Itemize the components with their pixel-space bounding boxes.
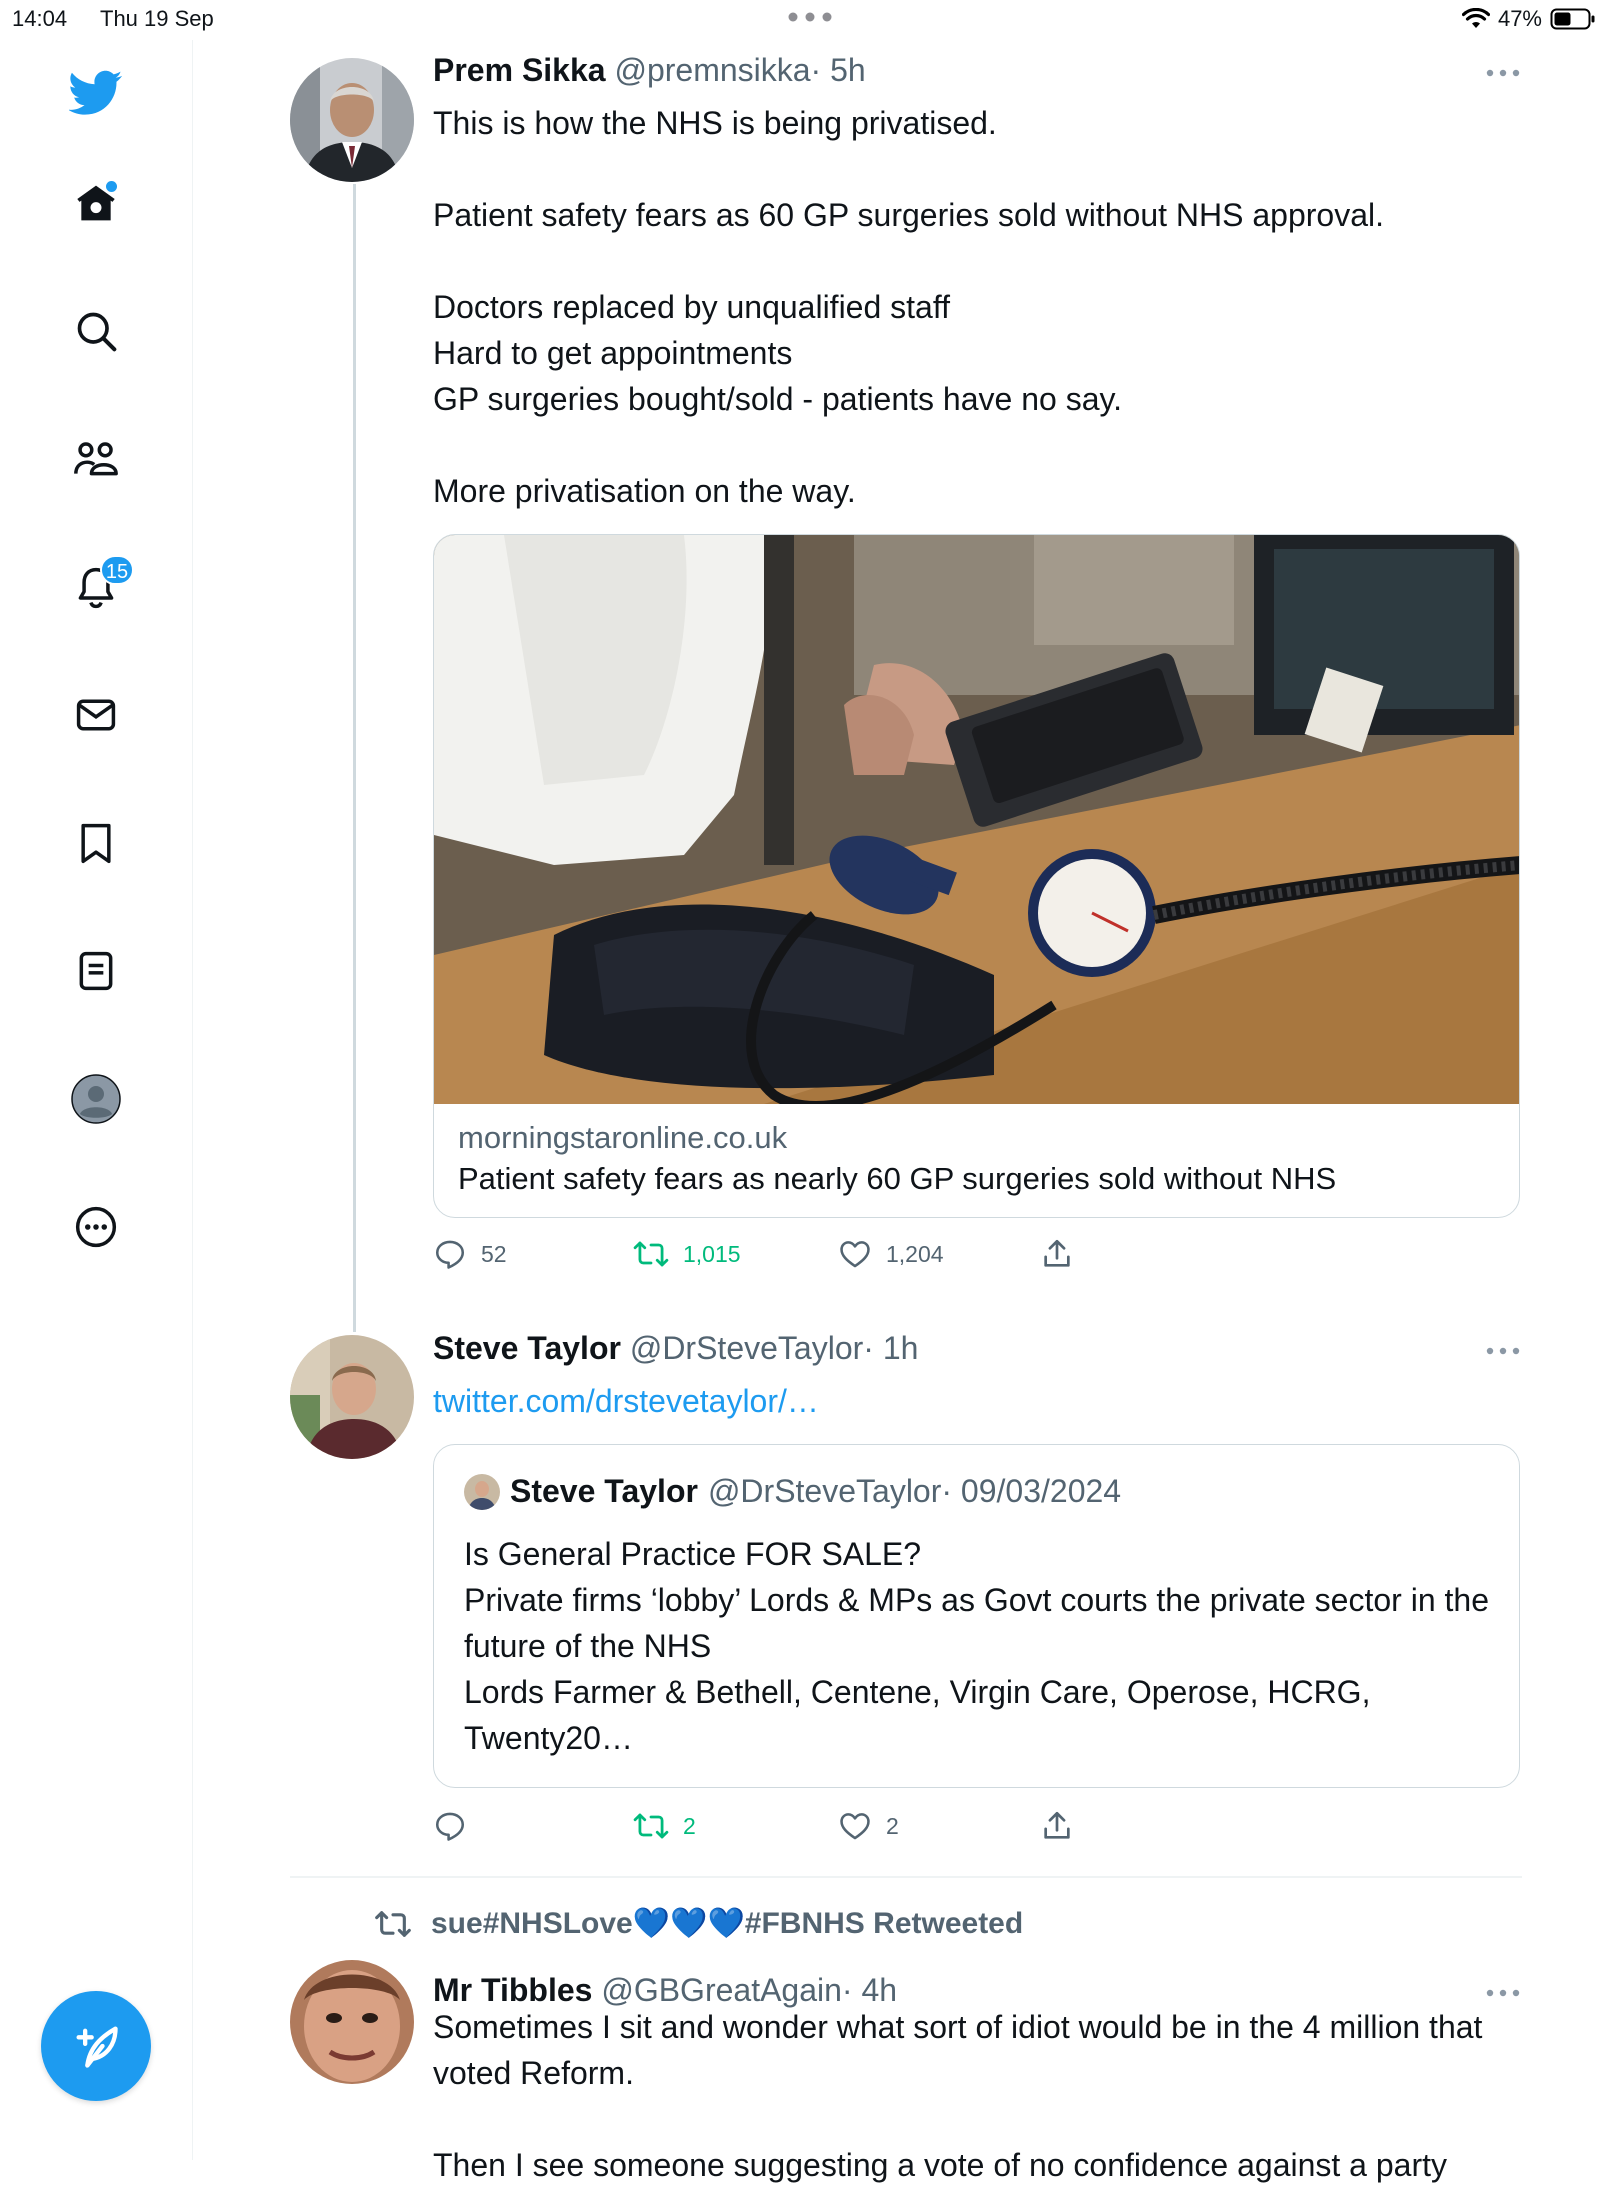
retweet-icon — [633, 1237, 669, 1271]
nav-profile[interactable] — [68, 1071, 124, 1127]
retweeted-by[interactable]: sue#NHSLove💙💙💙#FBNHS Retweeted — [373, 1906, 1023, 1941]
tweet-header: Prem Sikka @premnsikka· 5h — [433, 52, 866, 89]
nav-bookmarks[interactable] — [68, 815, 124, 871]
retweet-count: 1,015 — [683, 1240, 741, 1267]
status-right: 47% — [1461, 6, 1596, 32]
share-button[interactable] — [1040, 1809, 1074, 1843]
tweet-actions: 2 2 — [433, 1809, 1093, 1849]
tweet-header: Steve Taylor @DrSteveTaylor· 1h — [433, 1330, 918, 1367]
avatar-prem-sikka[interactable] — [290, 58, 414, 182]
like-count: 2 — [886, 1812, 899, 1839]
share-icon — [1040, 1237, 1074, 1271]
quote-header: Steve Taylor @DrSteveTaylor· 09/03/2024 — [464, 1473, 1121, 1510]
notifications-badge: 15 — [100, 555, 134, 585]
tweet-time[interactable]: · 5h — [811, 52, 866, 88]
quote-avatar[interactable] — [464, 1473, 500, 1510]
nav-communities[interactable] — [68, 431, 124, 487]
feather-plus-icon — [70, 2020, 122, 2072]
multitasking-dots-icon[interactable] — [788, 12, 832, 22]
nav-home[interactable] — [68, 175, 124, 231]
more-options-icon[interactable] — [1486, 68, 1520, 80]
avatar-steve-taylor[interactable] — [290, 1335, 414, 1459]
nav-search[interactable] — [68, 303, 124, 359]
more-options-icon[interactable] — [1486, 1346, 1520, 1358]
tweet-text: Sometimes I sit and wonder what sort of … — [433, 2009, 1483, 2183]
sidebar: 15 — [0, 40, 193, 2160]
more-options-icon[interactable] — [1486, 1988, 1520, 2000]
quote-author-name: Steve Taylor — [510, 1473, 698, 1509]
nav-notifications[interactable]: 15 — [68, 555, 134, 615]
search-icon — [74, 309, 118, 353]
avatar-mr-tibbles[interactable] — [290, 1960, 414, 2084]
tweet-text: This is how the NHS is being privatised.… — [433, 105, 1384, 509]
status-date: Thu 19 Sep — [100, 6, 214, 31]
card-domain: morningstaronline.co.uk — [458, 1120, 788, 1155]
twitter-logo-icon[interactable] — [68, 65, 124, 121]
status-time: 14:04 — [12, 6, 68, 31]
list-icon — [74, 949, 118, 993]
mail-icon — [74, 693, 118, 737]
nav-lists[interactable] — [68, 943, 124, 999]
card-image — [434, 535, 1519, 1104]
quote-tweet-card[interactable]: Steve Taylor @DrSteveTaylor· 09/03/2024 … — [433, 1444, 1520, 1788]
thread-line — [353, 184, 356, 1332]
author-name[interactable]: Mr Tibbles — [433, 1972, 592, 2008]
profile-icon — [71, 1074, 121, 1124]
status-bar: 14:04 Thu 19 Sep 47% — [0, 0, 1620, 40]
battery-icon — [1550, 7, 1596, 31]
tweet-actions: 52 1,015 1,204 — [433, 1237, 1093, 1277]
retweet-small-icon — [373, 1907, 413, 1941]
more-circle-icon — [74, 1205, 118, 1249]
author-handle[interactable]: @premnsikka — [614, 52, 810, 88]
retweet-button[interactable]: 1,015 — [633, 1237, 741, 1271]
tweet-time[interactable]: · 4h — [842, 1972, 897, 2008]
tweet-time[interactable]: · 1h — [863, 1330, 918, 1366]
quote-author-handle: @DrSteveTaylor· 09/03/2024 — [707, 1473, 1122, 1509]
reply-count: 52 — [481, 1240, 507, 1267]
reply-icon — [433, 1809, 467, 1843]
share-icon — [1040, 1809, 1074, 1843]
author-name[interactable]: Prem Sikka — [433, 52, 606, 88]
compose-tweet-button[interactable] — [41, 1991, 151, 2101]
heart-icon — [838, 1809, 872, 1843]
reply-button[interactable]: 52 — [433, 1237, 507, 1271]
communities-icon — [72, 437, 120, 481]
author-handle[interactable]: @DrSteveTaylor — [630, 1330, 863, 1366]
author-name[interactable]: Steve Taylor — [433, 1330, 621, 1366]
like-count: 1,204 — [886, 1240, 944, 1267]
battery-percent: 47% — [1497, 6, 1542, 31]
retweet-count: 2 — [683, 1812, 696, 1839]
retweet-button[interactable]: 2 — [633, 1809, 696, 1843]
like-button[interactable]: 1,204 — [838, 1237, 944, 1271]
nav-more[interactable] — [68, 1199, 124, 1255]
retweeted-by-label: sue#NHSLove💙💙💙#FBNHS Retweeted — [431, 1907, 1024, 1940]
heart-icon — [838, 1237, 872, 1271]
like-button[interactable]: 2 — [838, 1809, 899, 1843]
reply-icon — [433, 1237, 467, 1271]
author-handle[interactable]: @GBGreatAgain — [601, 1972, 842, 2008]
quote-text: Is General Practice FOR SALE? Private fi… — [464, 1536, 1489, 1756]
retweet-icon — [633, 1809, 669, 1843]
nav-messages[interactable] — [68, 687, 124, 743]
tweet-divider — [290, 1876, 1522, 1878]
wifi-icon — [1461, 8, 1490, 30]
home-new-dot — [106, 181, 117, 192]
reply-button[interactable] — [433, 1809, 481, 1843]
bookmark-icon — [74, 821, 118, 865]
link-preview-card[interactable]: morningstaronline.co.uk Patient safety f… — [433, 534, 1520, 1218]
card-title: Patient safety fears as nearly 60 GP sur… — [458, 1161, 1337, 1196]
tweet-link[interactable]: twitter.com/drstevetaylor/… — [433, 1378, 819, 1424]
share-button[interactable] — [1040, 1237, 1074, 1271]
